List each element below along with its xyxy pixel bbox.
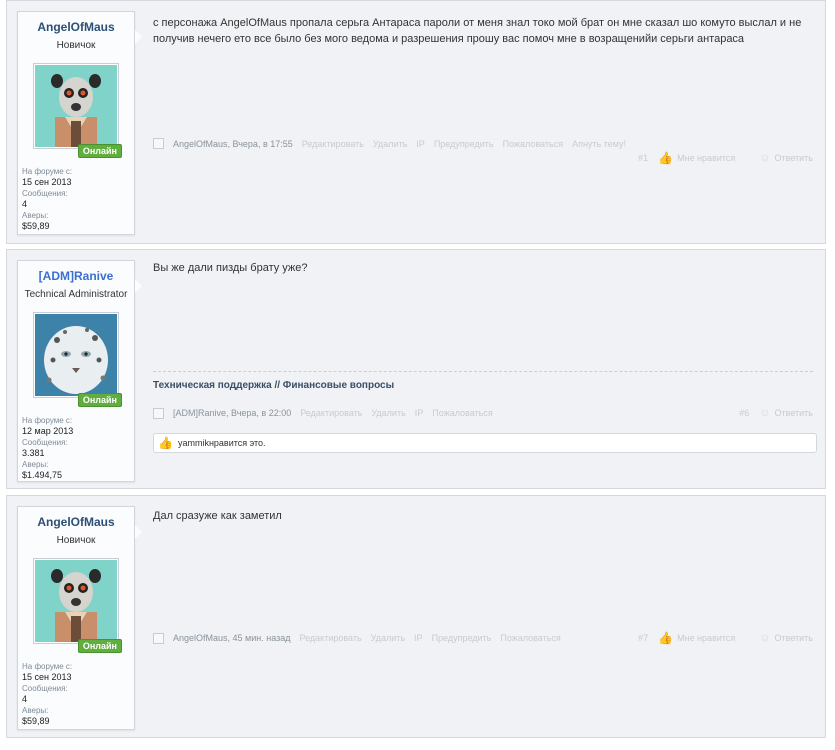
- author-link[interactable]: [ADM]Ranive: [173, 408, 226, 418]
- messages-label: Сообщения:: [22, 189, 68, 198]
- post: AngelOfMaus Новичок Онлайн На форуме с: …: [6, 495, 826, 738]
- like-button[interactable]: 👍 Мне нравится: [658, 151, 735, 165]
- warn-link[interactable]: Предупредить: [434, 139, 494, 149]
- warn-link[interactable]: Предупредить: [432, 633, 492, 643]
- like-label: Мне нравится: [677, 633, 736, 643]
- bump-link[interactable]: Апнуть тему!: [572, 139, 626, 149]
- post-time[interactable]: , Вчера, в 22:00: [226, 408, 291, 418]
- reply-label: Ответить: [774, 408, 813, 418]
- messages-value[interactable]: 4: [22, 199, 130, 209]
- online-badge: Онлайн: [77, 639, 122, 653]
- money-value: $59,89: [22, 221, 50, 231]
- delete-link[interactable]: Удалить: [371, 633, 405, 643]
- post-number[interactable]: #6: [739, 408, 749, 418]
- messages-label: Сообщения:: [22, 438, 68, 447]
- edit-link[interactable]: Редактировать: [300, 408, 362, 418]
- like-button[interactable]: 👍 Мне нравится: [658, 631, 735, 645]
- user-stats: На форуме с: 15 сен 2013 Сообщения: 4 Ав…: [18, 644, 134, 732]
- user-info-block: [ADM]Ranive Technical Administrator Онла…: [17, 260, 142, 482]
- liker-link[interactable]: yammik: [178, 438, 209, 448]
- ip-link[interactable]: IP: [414, 633, 423, 643]
- reply-label: Ответить: [774, 153, 813, 163]
- snow-leopard-avatar-image: [35, 314, 117, 396]
- avatar[interactable]: Онлайн: [33, 558, 122, 653]
- messages-label: Сообщения:: [22, 684, 68, 693]
- likes-text: нравится это.: [208, 438, 266, 448]
- report-link[interactable]: Пожаловаться: [432, 408, 492, 418]
- online-badge: Онлайн: [77, 144, 122, 158]
- delete-link[interactable]: Удалить: [373, 139, 407, 149]
- post-actions: #1 👍 Мне нравится ☺ Ответить: [153, 151, 813, 165]
- money-label: Аверы:: [22, 706, 49, 715]
- username-link[interactable]: AngelOfMaus: [18, 20, 134, 34]
- username-link[interactable]: AngelOfMaus: [18, 515, 134, 529]
- reply-button[interactable]: ☺ Ответить: [759, 152, 813, 164]
- joined-label: На форуме с:: [22, 167, 73, 176]
- author-link[interactable]: AngelOfMaus: [173, 633, 228, 643]
- reply-icon: ☺: [759, 152, 771, 164]
- author-link[interactable]: AngelOfMaus: [173, 139, 228, 149]
- message-text: Дал сразуже как заметил: [153, 510, 282, 522]
- user-stats: На форуме с: 12 мар 2013 Сообщения: 3.38…: [18, 398, 134, 486]
- avatar[interactable]: Онлайн: [33, 312, 122, 407]
- post-meta: [ADM]Ranive , Вчера, в 22:00 Редактирова…: [153, 407, 813, 419]
- money-value: $1.494,75: [22, 470, 63, 480]
- edit-link[interactable]: Редактировать: [302, 139, 364, 149]
- likes-summary: 👍 yammik нравится это.: [153, 433, 817, 453]
- select-checkbox[interactable]: [153, 138, 164, 149]
- message-text: с персонажа AngelOfMaus пропала серьга А…: [153, 17, 802, 45]
- user-stats: На форуме с: 15 сен 2013 Сообщения: 4 Ав…: [18, 149, 134, 237]
- post: AngelOfMaus Новичок Онлайн На форуме с: …: [6, 0, 826, 244]
- post-number[interactable]: #1: [638, 153, 648, 163]
- money-label: Аверы:: [22, 211, 49, 220]
- post-number[interactable]: #7: [638, 633, 648, 643]
- report-link[interactable]: Пожаловаться: [503, 139, 563, 149]
- report-link[interactable]: Пожаловаться: [500, 633, 560, 643]
- joined-value: 15 сен 2013: [22, 672, 72, 682]
- thumbs-up-icon: 👍: [658, 631, 674, 645]
- avatar[interactable]: Онлайн: [33, 63, 122, 158]
- delete-link[interactable]: Удалить: [371, 408, 405, 418]
- reply-icon: ☺: [759, 632, 771, 644]
- lemur-avatar-image: [35, 560, 117, 642]
- joined-label: На форуме с:: [22, 416, 73, 425]
- user-title: Новичок: [56, 535, 96, 546]
- post-time[interactable]: , Вчера, в 17:55: [228, 139, 293, 149]
- joined-value: 12 мар 2013: [22, 426, 74, 436]
- signature: Техническая поддержка // Финансовые вопр…: [153, 371, 813, 391]
- user-title: Новичок: [56, 40, 96, 51]
- user-info-block: AngelOfMaus Новичок Онлайн На форуме с: …: [17, 506, 142, 732]
- thumbs-up-icon: 👍: [658, 151, 674, 165]
- reply-label: Ответить: [774, 633, 813, 643]
- user-info-block: AngelOfMaus Новичок Онлайн На форуме с: …: [17, 11, 142, 237]
- ip-link[interactable]: IP: [416, 139, 425, 149]
- reply-icon: ☺: [759, 407, 771, 419]
- select-checkbox[interactable]: [153, 632, 164, 644]
- reply-button[interactable]: ☺ Ответить: [759, 632, 813, 644]
- thumbs-up-icon: 👍: [158, 436, 173, 450]
- joined-label: На форуме с:: [22, 662, 73, 671]
- messages-value[interactable]: 3.381: [22, 448, 130, 458]
- reply-button[interactable]: ☺ Ответить: [759, 407, 813, 419]
- username-link[interactable]: [ADM]Ranive: [18, 269, 134, 283]
- select-checkbox[interactable]: [153, 407, 164, 419]
- post: [ADM]Ranive Technical Administrator Онла…: [6, 249, 826, 489]
- ip-link[interactable]: IP: [415, 408, 424, 418]
- online-badge: Онлайн: [77, 393, 122, 407]
- user-title: Technical Administrator: [24, 289, 128, 300]
- post-meta: AngelOfMaus , Вчера, в 17:55 Редактирова…: [153, 138, 813, 149]
- money-value: $59,89: [22, 716, 50, 726]
- joined-value: 15 сен 2013: [22, 177, 72, 187]
- money-label: Аверы:: [22, 460, 49, 469]
- post-meta: AngelOfMaus , 45 мин. назад Редактироват…: [153, 631, 813, 645]
- like-label: Мне нравится: [677, 153, 736, 163]
- message-text: Вы же дали пизды брату уже?: [153, 262, 308, 274]
- post-time[interactable]: , 45 мин. назад: [228, 633, 291, 643]
- messages-value[interactable]: 4: [22, 694, 130, 704]
- lemur-avatar-image: [35, 65, 117, 147]
- edit-link[interactable]: Редактировать: [300, 633, 362, 643]
